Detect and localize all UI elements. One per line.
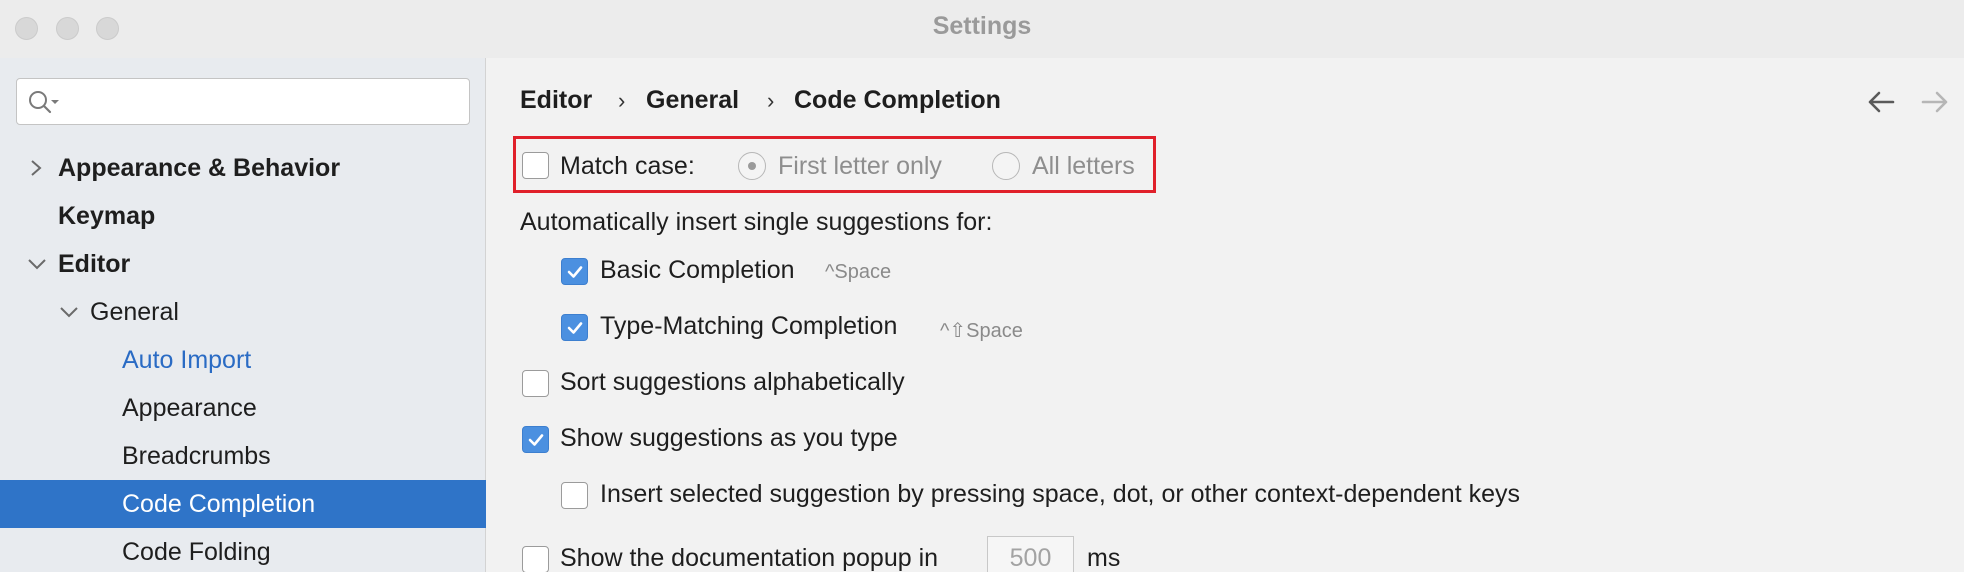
forward-arrow-icon[interactable] (1919, 88, 1951, 116)
breadcrumb-general[interactable]: General (646, 86, 739, 115)
chevron-down-icon[interactable] (27, 254, 47, 274)
doc-popup-delay-field[interactable]: 500 (987, 536, 1074, 572)
tree-item-label: Breadcrumbs (122, 442, 271, 470)
tree-item-label: Code Completion (122, 490, 316, 518)
match-case-label: Match case: (560, 152, 695, 180)
tree-item-appearance-behavior[interactable]: Appearance & Behavior (0, 144, 486, 192)
basic-completion-checkbox[interactable] (561, 258, 588, 285)
search-input[interactable] (65, 85, 459, 119)
checkmark-icon (567, 266, 583, 278)
tree-item-label: General (90, 298, 179, 326)
type-matching-shortcut: ^⇧Space (940, 320, 1023, 342)
breadcrumb-code-completion: Code Completion (794, 86, 1001, 114)
tree-item-editor[interactable]: Editor (0, 240, 486, 288)
show-as-you-type-label: Show suggestions as you type (560, 424, 898, 452)
basic-completion-shortcut: ^Space (825, 261, 892, 283)
settings-window: Settings Appearance & Behavior Keymap Ed… (0, 0, 1964, 572)
tree-item-breadcrumbs[interactable]: Breadcrumbs (0, 432, 486, 480)
first-letter-label: First letter only (778, 152, 942, 180)
tree-item-auto-import[interactable]: Auto Import (0, 336, 486, 384)
tree-item-label: Editor (58, 250, 131, 278)
type-matching-label: Type-Matching Completion (600, 312, 898, 340)
checkmark-icon (528, 434, 544, 446)
doc-popup-unit: ms (1087, 544, 1121, 572)
insert-selected-label: Insert selected suggestion by pressing s… (600, 480, 1520, 508)
insert-selected-checkbox[interactable] (561, 482, 588, 509)
breadcrumb-separator: › (618, 88, 626, 113)
settings-sidebar: Appearance & Behavior Keymap Editor Gene… (0, 58, 486, 572)
match-case-checkbox[interactable] (522, 152, 549, 179)
first-letter-radio[interactable] (738, 152, 766, 180)
tree-item-code-completion[interactable]: Code Completion (0, 480, 486, 528)
doc-popup-checkbox[interactable] (522, 546, 549, 572)
tree-item-code-folding[interactable]: Code Folding (0, 528, 486, 572)
breadcrumb-separator: › (767, 88, 775, 113)
checkmark-icon (567, 322, 583, 334)
window-title: Settings (932, 12, 1032, 40)
tree-item-label: Code Folding (122, 538, 271, 566)
sort-alphabetically-label: Sort suggestions alphabetically (560, 368, 905, 396)
radio-selected-dot (748, 162, 756, 170)
tree-item-label: Appearance & Behavior (58, 154, 341, 182)
tree-item-label: Auto Import (122, 346, 252, 374)
doc-popup-label: Show the documentation popup in (560, 544, 939, 572)
show-as-you-type-checkbox[interactable] (522, 426, 549, 453)
tree-item-general[interactable]: General (0, 288, 486, 336)
tree-item-appearance[interactable]: Appearance (0, 384, 486, 432)
tree-item-label: Keymap (58, 202, 156, 230)
chevron-right-icon[interactable] (26, 158, 46, 178)
chevron-down-icon[interactable] (59, 302, 79, 322)
breadcrumb-editor[interactable]: Editor (520, 86, 592, 115)
settings-content: Editor › General › Code Completion Match… (487, 58, 1964, 572)
sort-alphabetically-checkbox[interactable] (522, 370, 549, 397)
all-letters-label: All letters (1032, 152, 1135, 180)
search-icon (29, 91, 59, 114)
settings-search[interactable] (16, 78, 470, 125)
tree-item-label: Appearance (122, 394, 257, 422)
auto-insert-heading: Automatically insert single suggestions … (520, 208, 993, 236)
type-matching-checkbox[interactable] (561, 314, 588, 341)
title-bar: Settings (0, 0, 1964, 58)
basic-completion-label: Basic Completion (600, 256, 795, 284)
back-arrow-icon[interactable] (1865, 88, 1897, 116)
all-letters-radio[interactable] (992, 152, 1020, 180)
tree-item-keymap[interactable]: Keymap (0, 192, 486, 240)
